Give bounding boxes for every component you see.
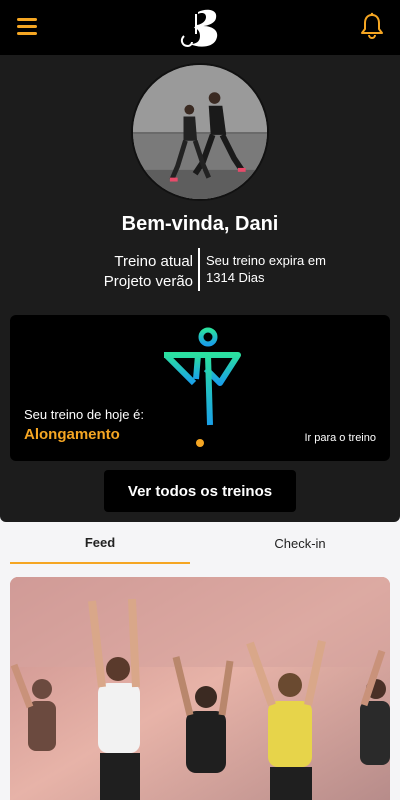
greeting-title: Bem-vinda, Dani [121, 213, 279, 235]
bell-icon[interactable] [360, 12, 384, 40]
stretching-figure-icon [163, 327, 241, 426]
current-plan-info: Treino atual Projeto verão [60, 252, 193, 292]
brand-logo [180, 9, 218, 48]
all-workouts-button[interactable]: Ver todos os treinos [104, 470, 296, 512]
go-to-workout-link[interactable]: Ir para o treino [304, 432, 376, 444]
profile-section: Bem-vinda, Dani Treino atual Projeto ver… [0, 55, 400, 522]
feed-post-image[interactable] [10, 577, 390, 800]
today-workout-card[interactable]: Seu treino de hoje é: Alongamento Ir par… [10, 315, 390, 461]
carousel-indicator-dot[interactable] [196, 439, 204, 447]
plan-divider [198, 248, 200, 291]
plan-expiry-info: Seu treino expira em 1314 Dias [206, 252, 386, 286]
profile-avatar [131, 63, 269, 201]
expiry-value: 1314 Dias [206, 270, 265, 285]
today-caption: Seu treino de hoje é: [24, 407, 144, 422]
tab-feed[interactable]: Feed [10, 522, 190, 564]
current-plan-name: Projeto verão [103, 273, 193, 290]
current-plan-label: Treino atual [114, 253, 193, 270]
today-workout-name: Alongamento [24, 426, 120, 443]
tab-check-in[interactable]: Check-in [210, 522, 390, 564]
hamburger-menu-icon[interactable] [17, 18, 37, 36]
expiry-label: Seu treino expira em [206, 253, 326, 268]
feed-tabs: Feed Check-in [0, 522, 400, 566]
top-bar [0, 0, 400, 55]
